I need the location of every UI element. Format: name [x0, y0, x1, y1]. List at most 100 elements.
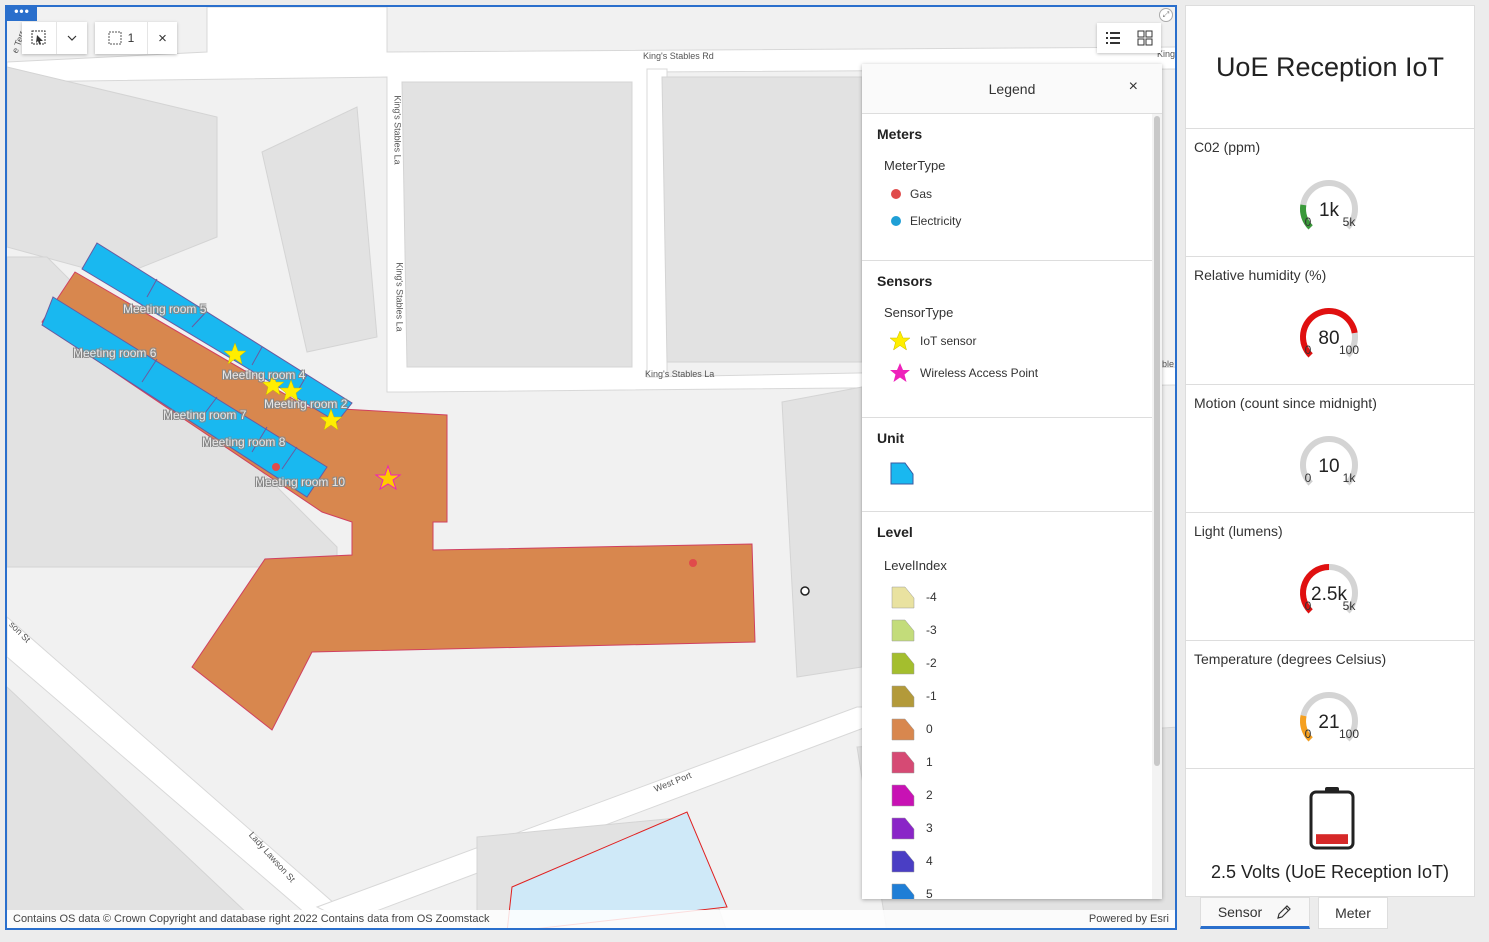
gauge-max: 100 [1339, 727, 1359, 741]
legend-close-button[interactable]: × [1129, 78, 1138, 96]
gauge-dial: 80 0 100 [1300, 307, 1359, 358]
basemap-gallery-button[interactable] [1129, 23, 1161, 53]
chevron-down-icon [67, 35, 77, 41]
legend-item-level: 3 [891, 816, 1152, 840]
map-view[interactable]: King's Stables Rd King's Stables La King… [5, 5, 1177, 930]
widget-menu-button[interactable]: ••• [7, 7, 37, 21]
tab-meter[interactable]: Meter [1318, 897, 1388, 929]
legend-item-label: 5 [926, 887, 933, 899]
legend-item-level: -1 [891, 684, 1152, 708]
legend-item-wireless-ap: Wireless Access Point [889, 362, 1152, 384]
gauge-card: C02 (ppm) 1k 0 5k [1186, 129, 1474, 257]
legend-field-name: LevelIndex [884, 558, 947, 573]
legend-item-label: Wireless Access Point [920, 366, 1039, 380]
legend-item-electricity: Electricity [891, 214, 1152, 228]
legend-toggle-button[interactable] [1097, 23, 1129, 53]
gauge-dial: 2.5k0 5k [1300, 564, 1358, 614]
gas-meter [689, 559, 697, 567]
legend-item-label: 0 [926, 722, 933, 736]
star-icon [890, 363, 910, 382]
tab-bar: Sensor Meter [1200, 897, 1388, 929]
level-swatch-icon [891, 619, 915, 642]
legend-header: Legend × [862, 64, 1162, 114]
gauge-min: 0 [1305, 727, 1312, 741]
gauge-label: Relative humidity (%) [1194, 267, 1327, 283]
gauge-dial: 10 0 1k [1300, 436, 1358, 486]
attribution-text: Contains OS data © Crown Copyright and d… [13, 913, 490, 925]
legend-item-label: -3 [926, 623, 937, 637]
legend-item-label: Electricity [910, 214, 962, 228]
gauge-label: Light (lumens) [1194, 523, 1283, 539]
grid-icon [1137, 30, 1153, 46]
room-label: Meeting room 6 [73, 346, 157, 360]
gauge-value: 80 [1318, 328, 1339, 349]
level-swatch-icon [891, 685, 915, 708]
gauge-dial: 21 0 100 [1300, 692, 1359, 742]
legend-item-label: -1 [926, 689, 937, 703]
legend-section-level: Level LevelIndex -4 -3 -2 -1 0 1 2 3 4 5 [862, 512, 1152, 899]
gauge-card: Relative humidity (%) 80 0 100 [1186, 257, 1474, 385]
tab-sensor[interactable]: Sensor [1200, 897, 1310, 929]
clear-selection-button[interactable]: × [147, 22, 177, 54]
legend-section-title: Unit [877, 430, 905, 446]
legend-section-meters: Meters MeterType Gas Electricity [862, 114, 1152, 261]
gauge-max: 100 [1339, 343, 1359, 357]
gauge-min: 0 [1305, 471, 1312, 485]
level-swatch-icon [891, 652, 915, 675]
legend-item-label: 3 [926, 821, 933, 835]
legend-field-name: SensorType [884, 305, 954, 320]
gauge-card: Motion (count since midnight) 10 0 1k [1186, 385, 1474, 513]
legend-item-level: -4 [891, 585, 1152, 609]
legend-scrollbar[interactable] [1152, 114, 1162, 899]
level-swatch-icon [891, 784, 915, 807]
gauge-min: 0 [1305, 343, 1312, 357]
gas-meter [272, 463, 280, 471]
electricity-dot-icon [891, 216, 901, 226]
list-icon [1106, 32, 1120, 44]
selection-count-button[interactable]: 1 [95, 22, 147, 54]
legend-item-label: 2 [926, 788, 933, 802]
panel-title: UoE Reception IoT [1186, 6, 1474, 129]
level-swatch-icon [891, 850, 915, 873]
select-tool-button[interactable] [22, 22, 56, 54]
legend-item-level: 0 [891, 717, 1152, 741]
gauge-label: Temperature (degrees Celsius) [1194, 651, 1387, 667]
legend-item-level: -2 [891, 651, 1152, 675]
level-swatch-icon [891, 883, 915, 899]
legend-scrollbar-thumb[interactable] [1154, 116, 1160, 766]
powered-by-link[interactable]: Powered by Esri [1089, 910, 1169, 928]
tab-label: Meter [1335, 905, 1371, 921]
legend-item-label: IoT sensor [920, 334, 977, 348]
legend-section-title: Meters [877, 126, 923, 142]
room-label: Meeting room 8 [202, 435, 286, 449]
room-label: Meeting room 5 [123, 302, 207, 316]
gauge-label: C02 (ppm) [1194, 139, 1261, 155]
battery-level-bar [1316, 834, 1348, 844]
gauge-max: 5k [1343, 215, 1357, 229]
sensor-panel: UoE Reception IoT C02 (ppm) 1k 0 5k Relative… [1185, 5, 1475, 897]
expand-icon[interactable]: ⤢ [1159, 8, 1173, 22]
map-attribution: Contains OS data © Crown Copyright and d… [7, 910, 1175, 928]
select-icon [31, 30, 46, 45]
legend-field-name: MeterType [884, 158, 946, 173]
legend-item-level: 2 [891, 783, 1152, 807]
select-dropdown-button[interactable] [56, 22, 87, 54]
level-swatch-icon [891, 586, 915, 609]
legend-body: Meters MeterType Gas Electricity Sensors… [862, 114, 1152, 899]
legend-item-level: 5 [891, 882, 1152, 899]
gauge-dial: 1k 0 5k [1300, 180, 1358, 230]
gauge-list: C02 (ppm) 1k 0 5k Relative humidity (%) 80 0 10… [1186, 129, 1474, 769]
legend-panel: Legend × Meters MeterType Gas Electricit… [862, 64, 1162, 899]
road-label: King's Stables La [394, 262, 405, 332]
level-swatch-icon [891, 718, 915, 741]
selection-count: 1 [127, 31, 135, 45]
legend-item-label: -2 [926, 656, 937, 670]
legend-item-label: 1 [926, 755, 933, 769]
legend-item-level: -3 [891, 618, 1152, 642]
legend-section-title: Level [877, 524, 913, 540]
room-label: Meeting room 10 [255, 475, 346, 489]
level-swatch-icon [891, 817, 915, 840]
star-icon [889, 330, 911, 351]
pencil-icon[interactable] [1276, 904, 1292, 920]
level-items: -4 -3 -2 -1 0 1 2 3 4 5 [877, 585, 1152, 899]
